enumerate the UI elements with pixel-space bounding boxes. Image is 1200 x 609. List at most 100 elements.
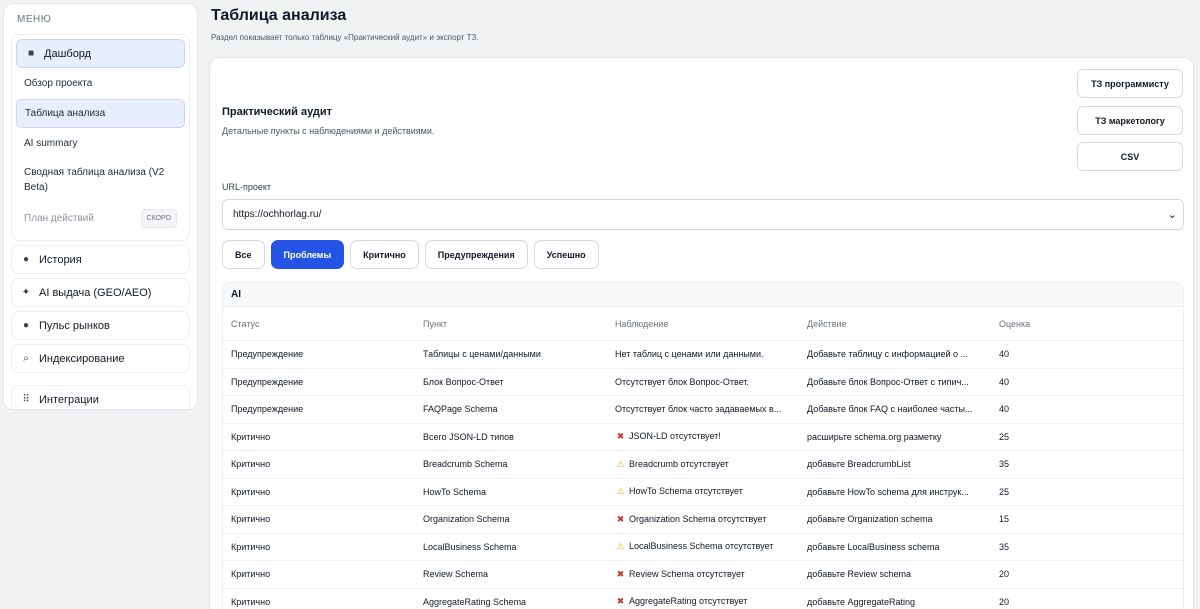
cell-action: добавьте AggregateRating <box>807 596 916 607</box>
table-body: Предупреждение Таблицы с ценами/данными Не… <box>223 341 1183 609</box>
export-developer-button[interactable]: ТЗ программисту <box>1077 69 1183 98</box>
cell-status: Критично <box>231 431 271 442</box>
sub-item-analysis-table[interactable]: Таблица анализа <box>16 99 185 128</box>
export-marketer-button[interactable]: ТЗ маркетологу <box>1077 106 1183 135</box>
cell-item: Review Schema <box>423 569 489 580</box>
url-select[interactable]: https://ochhorlag.ru/ ⌄ <box>222 199 1184 230</box>
cell-score: 40 <box>999 404 1010 415</box>
cell-observation: ✖ Organization Schema отсутствует <box>607 514 799 525</box>
nav-item-label: AI выдача (GEO/AEO) <box>39 286 152 299</box>
soon-badge: СКОРО <box>140 209 177 228</box>
page-subtitle: Раздел показывает только таблицу «Практи… <box>211 33 479 42</box>
cell-action: добавьте HowTo schema для инструк... <box>807 486 969 497</box>
cell-observation-text: HowTo Schema отсутствует <box>629 486 743 497</box>
cell-status: Предупреждение <box>231 349 304 360</box>
filter-critical[interactable]: Критично <box>350 240 419 269</box>
history-icon: ● <box>22 254 30 265</box>
section-title: Практический аудит <box>222 106 333 118</box>
cell-observation-text: Нет таблиц с ценами или данными. <box>615 349 764 360</box>
table-row[interactable]: Предупреждение FAQPage Schema Отсутствует … <box>223 396 1183 424</box>
table-row[interactable]: Критично LocalBusiness Schema ⚠ LocalBusine… <box>223 534 1183 561</box>
chevron-down-icon: ⌄ <box>1167 209 1177 221</box>
sidebar: МЕНЮ ■ Дашборд Обзор проекта Таблица ана… <box>3 3 198 414</box>
cell-observation: ✖ JSON-LD отсутствует! <box>607 431 799 442</box>
cell-observation: ⚠ HowTo Schema отсутствует <box>607 486 799 497</box>
nav-item-dashboard[interactable]: ■ Дашборд <box>16 39 185 68</box>
export-csv-button[interactable]: CSV <box>1077 142 1183 171</box>
cell-action: добавьте Review schema <box>807 569 912 580</box>
cell-score: 20 <box>999 569 1010 580</box>
table-row[interactable]: Критично Review Schema ✖ Review Schema отсу… <box>223 561 1183 589</box>
cell-score: 40 <box>999 376 1010 387</box>
filter-success[interactable]: Успешно <box>533 240 599 269</box>
nav-item-indexing[interactable]: ⌕ Индексирование <box>11 344 190 373</box>
cell-status: Критично <box>231 596 271 607</box>
cell-score: 25 <box>999 431 1010 442</box>
cell-status: Критично <box>231 569 271 580</box>
cell-score: 35 <box>999 459 1010 470</box>
search-icon: ⌕ <box>23 353 29 364</box>
nav-item-ai-output[interactable]: ✦ AI выдача (GEO/AEO) <box>11 278 190 307</box>
column-header-score: Оценка <box>999 318 1031 329</box>
nav-item-integrations[interactable]: ⠿ Интеграции <box>11 385 190 414</box>
cell-observation-text: JSON-LD отсутствует! <box>629 431 721 442</box>
filter-all[interactable]: Все <box>222 240 265 269</box>
nav-item-history[interactable]: ● История <box>11 245 190 274</box>
column-header-action: Действие <box>807 318 847 329</box>
url-select-value: https://ochhorlag.ru/ <box>233 209 322 220</box>
warning-icon: ⚠ <box>616 458 625 469</box>
column-header-status: Статус <box>231 318 260 329</box>
sub-item-project-overview[interactable]: Обзор проекта <box>16 70 185 97</box>
sub-item-summary-table-v2[interactable]: Сводная таблица анализа (V2 Beta) <box>16 159 185 201</box>
error-icon: ✖ <box>616 431 625 442</box>
column-header-observation: Наблюдение <box>615 318 669 329</box>
cell-status: Критично <box>231 459 271 470</box>
cell-status: Критично <box>231 514 271 525</box>
cell-observation: Отсутствует блок Вопрос-Ответ. <box>607 377 799 387</box>
cell-score: 40 <box>999 349 1010 360</box>
cell-observation: Отсутствует блок часто задаваемых в... <box>607 404 799 414</box>
cell-score: 25 <box>999 486 1010 497</box>
nav-item-label: Интеграции <box>39 393 99 406</box>
filter-warnings[interactable]: Предупреждения <box>424 240 528 269</box>
nav-item-label: Пульс рынков <box>39 319 110 332</box>
cell-item: LocalBusiness Schema <box>423 541 517 552</box>
filter-problems[interactable]: Проблемы <box>270 240 345 269</box>
cell-observation: ⚠ Breadcrumb отсутствует <box>607 459 799 470</box>
error-icon: ✖ <box>616 513 625 524</box>
nav-group-dashboard: ■ Дашборд Обзор проекта Таблица анализа … <box>11 34 190 241</box>
grid-icon: ■ <box>27 48 35 59</box>
section-subtitle: Детальные пункты с наблюдениями и действ… <box>222 126 435 136</box>
table-row[interactable]: Предупреждение Таблицы с ценами/данными Не… <box>223 341 1183 369</box>
warning-icon: ⚠ <box>616 486 625 497</box>
table-row[interactable]: Критично Всего JSON-LD типов ✖ JSON-LD отсу… <box>223 424 1183 451</box>
cell-status: Предупреждение <box>231 376 304 387</box>
table-row[interactable]: Критично Breadcrumb Schema ⚠ Breadcrumb отс… <box>223 451 1183 479</box>
table-row[interactable]: Критично Organization Schema ✖ Organization… <box>223 506 1183 534</box>
cell-observation: Нет таблиц с ценами или данными. <box>607 349 799 359</box>
cell-item: Блок Вопрос-Ответ <box>423 376 504 387</box>
cell-status: Предупреждение <box>231 404 304 415</box>
audit-card: Практический аудит Детальные пункты с на… <box>209 57 1194 609</box>
sub-item-ai-summary[interactable]: AI summary <box>16 130 185 157</box>
nav-item-market-pulse[interactable]: ● Пульс рынков <box>11 311 190 340</box>
table-row[interactable]: Критично AggregateRating Schema ✖ Aggregate… <box>223 589 1183 609</box>
cell-item: Organization Schema <box>423 514 510 525</box>
column-header-item: Пункт <box>423 318 448 329</box>
cell-observation-text: LocalBusiness Schema отсутствует <box>629 541 774 552</box>
table-row[interactable]: Предупреждение Блок Вопрос-Ответ Отсутству… <box>223 369 1183 396</box>
error-icon: ✖ <box>616 568 625 579</box>
sub-item-action-plan: План действий СКОРО <box>16 203 185 234</box>
cell-observation-text: AggregateRating отсутствует <box>629 596 748 607</box>
table-row[interactable]: Критично HowTo Schema ⚠ HowTo Schema отсутс… <box>223 479 1183 506</box>
warning-icon: ⚠ <box>616 541 625 552</box>
integrations-icon: ⠿ <box>22 394 30 405</box>
cell-item: FAQPage Schema <box>423 404 498 415</box>
page-title: Таблица анализа <box>211 7 347 24</box>
cell-observation-text: Отсутствует блок часто задаваемых в... <box>615 404 782 415</box>
cell-observation: ✖ AggregateRating отсутствует <box>607 596 799 607</box>
cell-observation: ⚠ LocalBusiness Schema отсутствует <box>607 541 799 552</box>
cell-observation: ✖ Review Schema отсутствует <box>607 569 799 580</box>
menu-title: МЕНЮ <box>17 14 52 25</box>
sub-item-label: План действий <box>24 213 94 224</box>
